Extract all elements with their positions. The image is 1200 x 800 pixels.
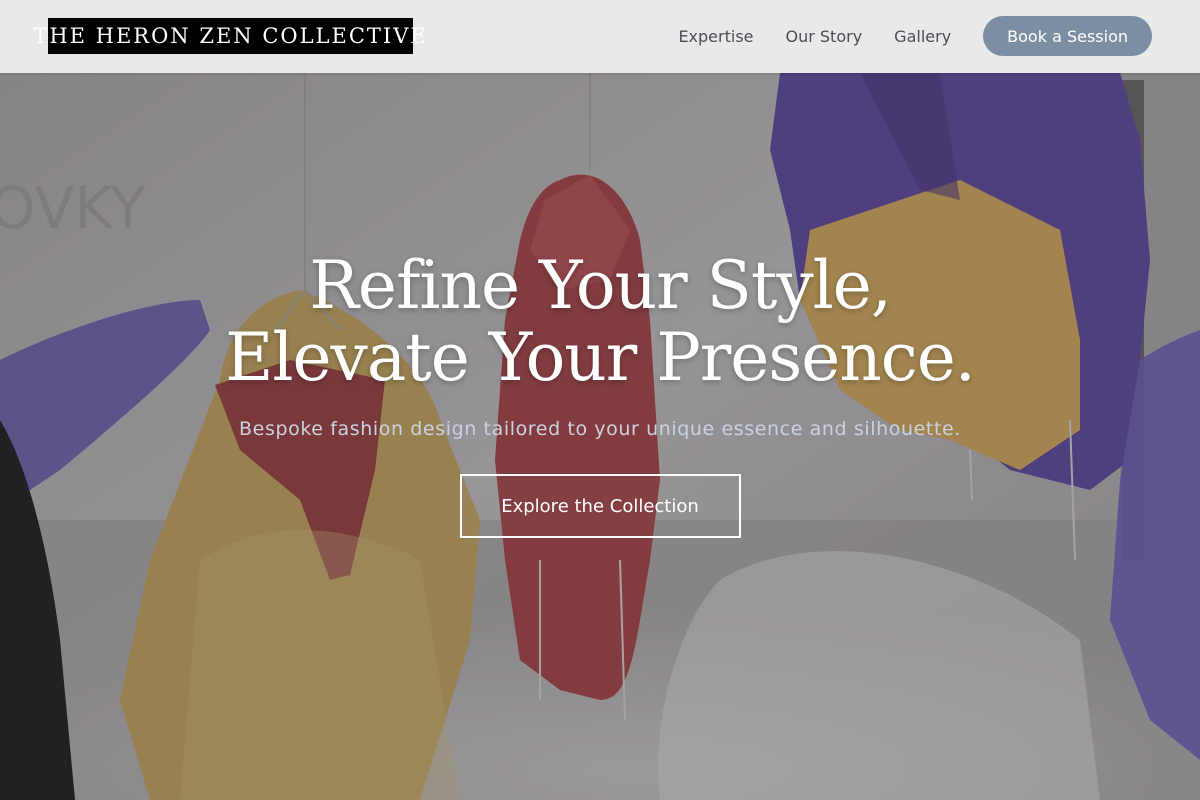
book-session-button[interactable]: Book a Session bbox=[983, 16, 1152, 56]
hero-headline-line-2: Elevate Your Presence. bbox=[225, 319, 976, 396]
hero-headline-line-1: Refine Your Style, bbox=[309, 247, 892, 324]
nav-link-gallery[interactable]: Gallery bbox=[894, 27, 951, 46]
nav-link-expertise[interactable]: Expertise bbox=[678, 27, 753, 46]
nav-link-our-story[interactable]: Our Story bbox=[786, 27, 863, 46]
explore-collection-button[interactable]: Explore the Collection bbox=[459, 474, 741, 538]
hero-subheadline: Bespoke fashion design tailored to your … bbox=[239, 418, 961, 440]
hero-headline: Refine Your Style, Elevate Your Presence… bbox=[0, 250, 1200, 394]
brand-logo[interactable]: THE HERON ZEN COLLECTIVE bbox=[33, 18, 426, 54]
site-header: THE HERON ZEN COLLECTIVE Expertise Our S… bbox=[0, 0, 1200, 73]
main-nav: Expertise Our Story Gallery Book a Sessi… bbox=[678, 16, 1152, 56]
hero-section: Refine Your Style, Elevate Your Presence… bbox=[0, 250, 1200, 538]
